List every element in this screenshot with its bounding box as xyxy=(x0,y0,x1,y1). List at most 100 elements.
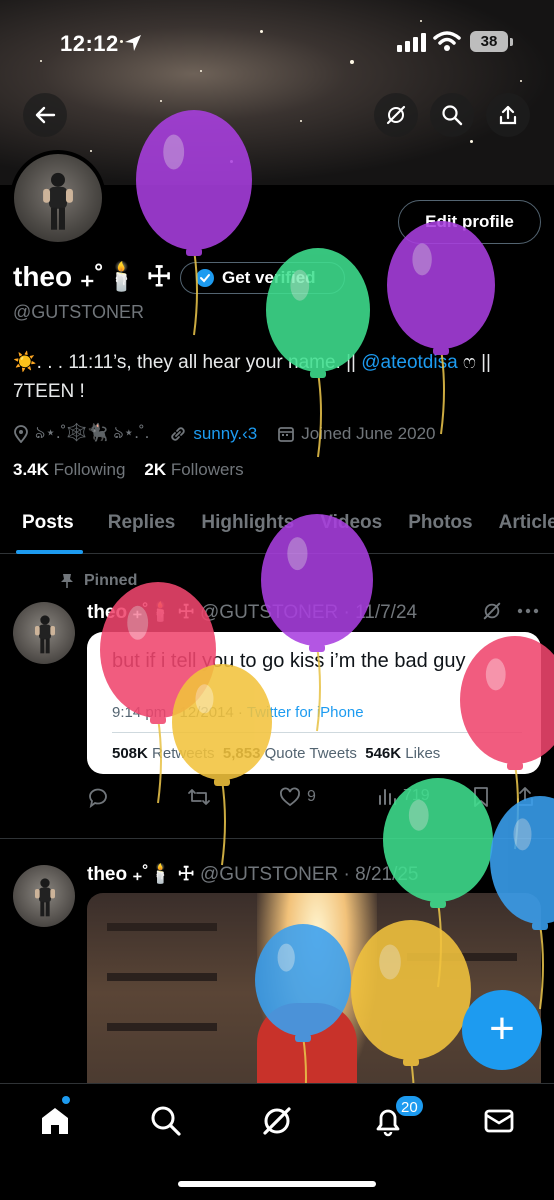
bio-mention-link[interactable]: @ateotdisa xyxy=(361,352,457,373)
website-item[interactable]: sunny.‹3 xyxy=(169,424,257,444)
profile-tabs: Posts Replies Highlights Videos Photos A… xyxy=(0,500,554,554)
status-bar: 12:12 38 xyxy=(0,0,554,88)
tab-videos[interactable]: Videos xyxy=(320,500,382,553)
reply-icon xyxy=(89,788,107,808)
followers-count: 2K xyxy=(144,460,167,479)
post-avatar[interactable] xyxy=(13,602,75,664)
cellular-signal-icon xyxy=(397,33,426,52)
notifications-badge: 20 xyxy=(394,1094,425,1118)
search-icon xyxy=(442,105,463,126)
profile-bio: ☀️. . . 11:11’s, they all hear your name… xyxy=(13,348,543,406)
wifi-icon xyxy=(433,31,461,51)
home-indicator xyxy=(178,1181,376,1187)
tab-photos[interactable]: Photos xyxy=(408,500,472,553)
avatar-figure xyxy=(43,172,73,230)
following-count: 3.4K xyxy=(13,460,49,479)
quote-retweets: 508K xyxy=(112,745,148,762)
post-header: theo ₊˚🕯️ ☩ @GUTSTONER · 11/7/24 xyxy=(87,600,417,624)
views-button[interactable]: 719 xyxy=(377,786,430,806)
profile-name: theo ₊˚🕯️ ☩ xyxy=(13,261,172,292)
post-author-name[interactable]: theo ₊˚🕯️ ☩ xyxy=(87,864,195,885)
messages-envelope-icon[interactable] xyxy=(482,1104,516,1138)
avatar-figure xyxy=(35,878,55,917)
quote-quotes: 5,853 xyxy=(222,745,261,762)
quoted-screenshot-image[interactable]: but if i tell you to go kiss i’m the bad… xyxy=(87,632,541,774)
quote-likes: 546K xyxy=(365,745,402,762)
verified-badge-icon xyxy=(196,269,214,287)
arrow-left-icon xyxy=(35,106,56,124)
followers-label: Followers xyxy=(170,460,244,479)
battery-indicator: 38 xyxy=(470,31,508,52)
search-icon[interactable] xyxy=(149,1104,183,1138)
post-avatar[interactable] xyxy=(13,865,75,927)
share-icon xyxy=(499,105,517,125)
location-item: ঌ⋆.˚🕸️🐈‍⬛ ঌ⋆.˚. xyxy=(13,420,149,448)
tab-posts[interactable]: Posts xyxy=(22,500,74,553)
quote-stats: 508K Retweets 5,853 Quote Tweets 546K Li… xyxy=(112,745,440,762)
views-chart-icon xyxy=(379,789,396,805)
reply-button[interactable] xyxy=(87,786,109,808)
more-options-icon[interactable] xyxy=(517,608,539,614)
like-count: 9 xyxy=(307,788,316,805)
get-verified-label: Get verified xyxy=(222,268,316,287)
grok-icon xyxy=(386,105,406,125)
profile-meta: ঌ⋆.˚🕸️🐈‍⬛ ঌ⋆.˚. sunny.‹3 Joined June 202… xyxy=(13,420,456,448)
grok-icon[interactable] xyxy=(482,601,502,621)
location-text: ঌ⋆.˚🕸️🐈‍⬛ ঌ⋆.˚. xyxy=(35,423,150,442)
quote-source: Twitter for iPhone xyxy=(246,704,364,721)
tab-articles[interactable]: Articles xyxy=(499,500,554,553)
location-arrow-icon xyxy=(125,35,141,51)
joined-item: Joined June 2020 xyxy=(277,424,436,444)
bookmark-icon xyxy=(474,787,488,807)
follow-counts: 3.4K Following 2K Followers xyxy=(13,460,244,480)
search-button[interactable] xyxy=(430,93,474,137)
grok-icon[interactable] xyxy=(260,1104,294,1138)
bio-prefix: ☀️. . . 11:11’s, they all hear your name… xyxy=(13,352,362,373)
link-icon xyxy=(171,427,185,441)
active-tab-indicator xyxy=(16,550,83,554)
quote-retweets-label: Retweets xyxy=(152,745,215,762)
quote-date-text: 9:14 pm · 12/2014 · xyxy=(112,704,247,721)
avatar-figure xyxy=(35,615,55,654)
location-pin-icon xyxy=(14,425,28,443)
battery-tip xyxy=(510,38,513,46)
like-button[interactable]: 9 xyxy=(279,786,316,808)
tab-replies[interactable]: Replies xyxy=(108,500,176,553)
profile-handle: @GUTSTONER xyxy=(13,302,144,322)
post-header: theo ₊˚🕯️ ☩ @GUTSTONER · 8/21/25 xyxy=(87,862,419,886)
heart-icon xyxy=(280,787,300,807)
share-post-button[interactable] xyxy=(515,786,535,808)
bookmark-button[interactable] xyxy=(472,786,490,808)
tab-highlights[interactable]: Highlights xyxy=(201,500,294,553)
back-button[interactable] xyxy=(23,93,67,137)
joined-text: Joined June 2020 xyxy=(301,424,436,443)
following-label: Following xyxy=(53,460,126,479)
home-icon[interactable] xyxy=(38,1104,72,1138)
quote-likes-label: Likes xyxy=(405,745,441,762)
post-divider xyxy=(0,838,554,839)
quote-quotes-label: Quote Tweets xyxy=(264,745,357,762)
edit-profile-button[interactable]: Edit profile xyxy=(398,200,541,244)
quote-divider xyxy=(112,732,522,733)
pinned-label: Pinned xyxy=(60,572,137,590)
get-verified-button[interactable]: Get verified xyxy=(180,262,345,294)
post-author-name[interactable]: theo ₊˚🕯️ ☩ xyxy=(87,602,195,623)
following-link[interactable]: 3.4K Following xyxy=(13,460,125,479)
repost-icon xyxy=(188,789,210,805)
profile-avatar[interactable] xyxy=(10,150,106,246)
share-button[interactable] xyxy=(486,93,530,137)
compose-post-button[interactable]: + xyxy=(462,990,542,1070)
post-media-image[interactable] xyxy=(87,893,541,1093)
status-time: 12:12 xyxy=(60,31,119,56)
post-actions: 9 719 xyxy=(87,784,542,814)
grok-button[interactable] xyxy=(374,93,418,137)
pin-icon xyxy=(61,574,73,588)
post-handle-date: @GUTSTONER · 8/21/25 xyxy=(200,864,419,885)
views-count: 719 xyxy=(403,787,430,804)
followers-link[interactable]: 2K Followers xyxy=(144,460,243,479)
quote-date: 9:14 pm · 12/2014 · Twitter for iPhone xyxy=(112,704,364,721)
post-handle-date: @GUTSTONER · 11/7/24 xyxy=(200,602,418,623)
website-link[interactable]: sunny.‹3 xyxy=(193,424,257,444)
calendar-icon xyxy=(278,427,295,442)
repost-button[interactable] xyxy=(187,786,211,808)
